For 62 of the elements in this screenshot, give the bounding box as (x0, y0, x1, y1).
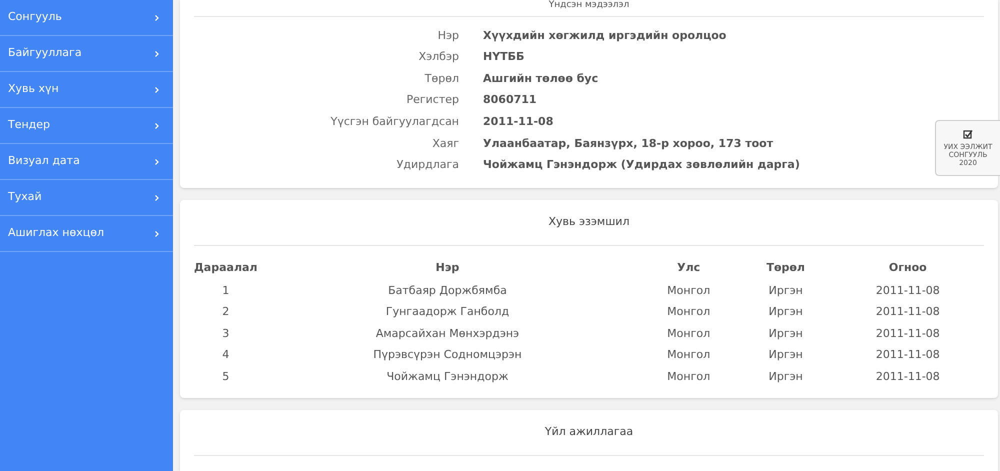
sidebar-item[interactable]: Визуал дата (0, 144, 173, 180)
field-value: НҮТББ (483, 49, 524, 66)
sidebar-item[interactable]: Ашиглах нөхцөл (0, 216, 173, 252)
table-cell-text: 5 (221, 369, 230, 386)
table-cell-text: 2011-11-08 (874, 369, 941, 386)
table-cell-text: Пүрэвсүрэн Содномцэрэн (372, 347, 523, 364)
column-header: Төрөл (740, 245, 832, 280)
field-value: 2011-11-08 (483, 114, 554, 130)
field-label: Төрөл (424, 70, 460, 87)
column-header: Нэр (257, 245, 638, 280)
table-cell-text: Иргэн (768, 282, 804, 299)
chevron-icon (155, 86, 159, 92)
field-value: Хүүхдийн хөгжилд иргэдийн оролцоо (483, 28, 726, 44)
card-title: Үйл ажиллагаа (194, 410, 984, 456)
table-cell-text: 2011-11-08 (874, 282, 941, 299)
checkbox-icon (963, 129, 973, 139)
table-cell-text: 1 (221, 282, 230, 299)
sidebar-item[interactable]: Тендер (0, 108, 173, 144)
field-label: Нэр (436, 28, 460, 44)
card-title: Хувь эзэмшил (548, 214, 630, 230)
table-cell-text: Гунгаадорж Ганболд (384, 304, 510, 320)
table-cell-text: Амарсайхан Мөнхэрдэнэ (374, 326, 520, 342)
column-header: Улс (637, 245, 740, 280)
sidebar-item[interactable]: Хувь хүн (0, 72, 173, 108)
field-value: Ашгийн төлөө бус (483, 70, 598, 87)
field-label: Үүсгэн байгуулагдсан (330, 114, 460, 130)
sidebar-item[interactable]: Тухай (0, 180, 173, 216)
table-cell-text: 2011-11-08 (874, 347, 941, 364)
sidebar-item[interactable]: Сонгууль (0, 0, 173, 36)
table-cell-text: Монгол (666, 369, 712, 386)
field-label: Регистер (405, 92, 460, 108)
chevron-icon (155, 50, 159, 56)
table-cell-text: Иргэн (768, 347, 804, 364)
table-cell-text: 2 (221, 304, 230, 320)
chevron-icon (155, 158, 159, 164)
field-value: 8060711 (483, 92, 537, 108)
table-cell-text: Иргэн (768, 304, 804, 320)
table-cell-text: 3 (221, 326, 230, 342)
field-label: Удирдлага (396, 157, 460, 174)
table-cell-text: Чойжамц Гэнэндорж (386, 369, 510, 386)
table-cell-text: Иргэн (768, 369, 804, 386)
table-cell-text: 2011-11-08 (874, 326, 941, 342)
chevron-icon (155, 14, 159, 20)
field-value: Чойжамц Гэнэндорж (Удирдах зөвлөлийн дарга) (483, 157, 800, 174)
column-header: Дараалал (194, 245, 258, 280)
table-cell-text: Монгол (666, 304, 712, 320)
table-cell-text: Иргэн (768, 326, 804, 342)
table-cell-text: 4 (221, 347, 230, 364)
field-label: Хэлбэр (418, 49, 460, 66)
chevron-icon (155, 122, 159, 128)
field-value: Улаанбаатар, Баянзүрх, 18-р хороо, 173 тоот (483, 136, 774, 152)
table-cell-text: Батбаяр Доржбямба (387, 282, 508, 299)
column-header: Огноо (832, 245, 984, 280)
table-cell-text: 2011-11-08 (874, 304, 941, 320)
table-cell-text: Монгол (666, 326, 712, 342)
chevron-icon (155, 194, 159, 200)
card-title: Үндсэн мэдээлэл (548, 0, 630, 10)
table-cell-text: Монгол (666, 282, 712, 299)
table-cell-text: Монгол (666, 347, 712, 364)
field-label: Хаяг (431, 136, 460, 152)
chevron-icon (155, 230, 159, 236)
sidebar-item[interactable]: Байгууллага (0, 36, 173, 72)
